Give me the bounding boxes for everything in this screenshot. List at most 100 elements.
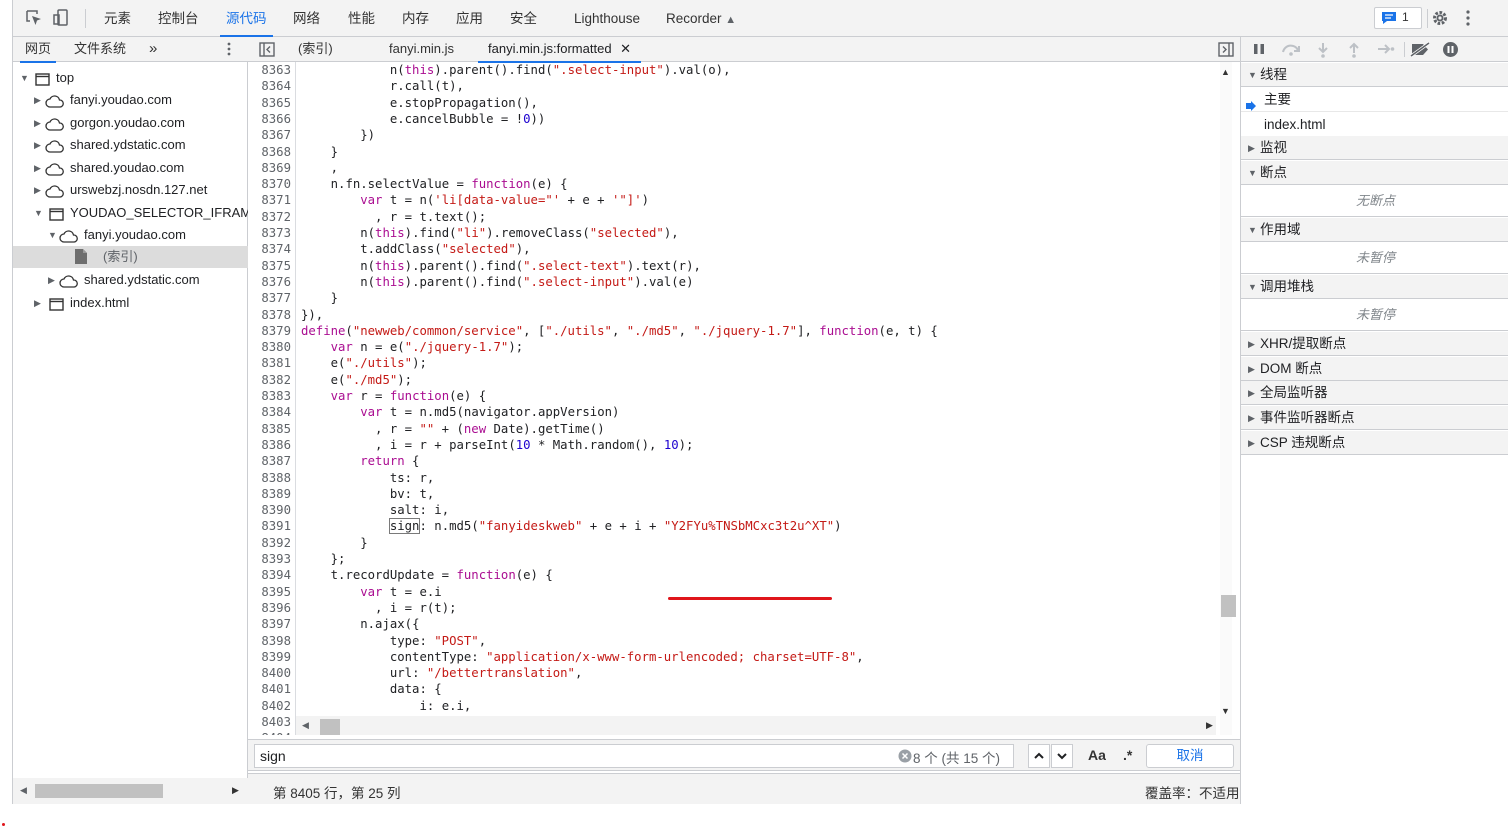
line-number[interactable]: 8368 (248, 144, 291, 160)
step-out-icon[interactable] (1347, 42, 1361, 61)
line-number[interactable]: 8401 (248, 681, 291, 697)
scroll-right-icon[interactable]: ▶ (232, 785, 239, 796)
thread-main[interactable]: 主要 (1241, 87, 1508, 112)
line-number[interactable]: 8363 (248, 62, 291, 78)
tab-performance[interactable]: 性能 (348, 0, 375, 37)
line-number[interactable]: 8375 (248, 258, 291, 274)
scrollbar-thumb[interactable] (35, 784, 163, 798)
line-number[interactable]: 8379 (248, 323, 291, 339)
tree-item-domain[interactable]: ▶ shared.ydstatic.com (13, 134, 248, 156)
section-breakpoints[interactable]: ▼ 断点 (1241, 161, 1508, 185)
tree-item-file-selected[interactable]: (索引) (13, 246, 248, 268)
line-number[interactable]: 8400 (248, 665, 291, 681)
section-watch[interactable]: ▶ 监视 (1241, 136, 1508, 160)
code-view[interactable]: 8363 n(this).parent().find(".select-inpu… (248, 62, 1232, 735)
scroll-left-icon[interactable]: ◀ (20, 785, 27, 796)
line-number[interactable]: 8399 (248, 649, 291, 665)
pause-icon[interactable] (1252, 42, 1266, 59)
expand-arrow-icon[interactable]: ▼ (20, 67, 29, 89)
section-threads[interactable]: ▼ 线程 (1241, 63, 1508, 87)
tree-item-top[interactable]: ▼ top (13, 67, 248, 89)
tab-application[interactable]: 应用 (456, 0, 483, 37)
step-icon[interactable] (1377, 42, 1395, 59)
match-case-button[interactable]: Aa (1088, 747, 1106, 763)
line-number[interactable]: 8387 (248, 453, 291, 469)
collapse-arrow-icon[interactable]: ▶ (34, 157, 41, 179)
deactivate-breakpoints-icon[interactable] (1409, 41, 1431, 60)
navigator-menu-icon[interactable] (227, 37, 231, 62)
line-number[interactable]: 8398 (248, 633, 291, 649)
code-vertical-scrollbar[interactable]: ▲ ▼ (1220, 62, 1232, 735)
thread-index[interactable]: index.html (1241, 112, 1508, 137)
line-number[interactable]: 8386 (248, 437, 291, 453)
inspect-element-icon[interactable] (25, 9, 43, 30)
code-horizontal-scrollbar[interactable]: ◀ ▶ (296, 716, 1216, 735)
navigator-scrollbar[interactable]: ◀ ▶ (13, 778, 248, 804)
regex-button[interactable]: .* (1123, 747, 1132, 763)
line-number[interactable]: 8374 (248, 241, 291, 257)
vertical-scrollbar-thumb[interactable] (1221, 595, 1236, 617)
scroll-down-icon[interactable]: ▼ (1221, 706, 1230, 716)
line-number[interactable]: 8373 (248, 225, 291, 241)
horizontal-scrollbar-thumb[interactable] (320, 719, 340, 735)
line-number[interactable]: 8390 (248, 502, 291, 518)
tab-elements[interactable]: 元素 (104, 0, 131, 37)
collapse-arrow-icon[interactable]: ▶ (34, 112, 41, 134)
tree-item-domain[interactable]: ▶ gorgon.youdao.com (13, 112, 248, 134)
collapse-arrow-icon[interactable]: ▶ (34, 89, 41, 111)
scroll-right-icon[interactable]: ▶ (1206, 720, 1213, 731)
collapse-arrow-icon[interactable]: ▶ (48, 269, 55, 291)
cancel-search-button[interactable]: 取消 (1146, 744, 1234, 768)
expand-arrow-icon[interactable]: ▼ (34, 202, 43, 224)
search-prev-button[interactable] (1028, 744, 1050, 768)
section-dom-breakpoints[interactable]: ▶ DOM 断点 (1241, 357, 1508, 381)
line-number[interactable]: 8370 (248, 176, 291, 192)
tab-network[interactable]: 网络 (293, 0, 320, 37)
tab-sources[interactable]: 源代码 (220, 0, 272, 37)
tab-security[interactable]: 安全 (510, 0, 537, 37)
line-number[interactable]: 8388 (248, 470, 291, 486)
tree-item-domain[interactable]: ▼ fanyi.youdao.com (13, 224, 248, 246)
tree-item-iframe[interactable]: ▼ YOUDAO_SELECTOR_IFRAME ( (13, 202, 268, 224)
line-number[interactable]: 8394 (248, 567, 291, 583)
device-toggle-icon[interactable] (53, 9, 71, 30)
line-number[interactable]: 8365 (248, 95, 291, 111)
issues-button[interactable]: 1 (1374, 7, 1422, 29)
search-next-button[interactable] (1051, 744, 1073, 768)
line-number[interactable]: 8385 (248, 421, 291, 437)
line-number[interactable]: 8380 (248, 339, 291, 355)
line-number[interactable]: 8382 (248, 372, 291, 388)
collapse-arrow-icon[interactable]: ▶ (34, 134, 41, 156)
line-number[interactable]: 8402 (248, 698, 291, 714)
step-into-icon[interactable] (1316, 42, 1330, 61)
editor-tab-index[interactable]: (索引) (298, 37, 333, 62)
line-number[interactable]: 8391 (248, 518, 291, 534)
close-tab-icon[interactable]: ✕ (620, 41, 631, 56)
tab-lighthouse[interactable]: Lighthouse (574, 0, 640, 37)
collapse-arrow-icon[interactable]: ▶ (34, 179, 41, 201)
line-number[interactable]: 8369 (248, 160, 291, 176)
toggle-navigator-icon[interactable] (259, 42, 275, 60)
line-number[interactable]: 8383 (248, 388, 291, 404)
section-scope[interactable]: ▼ 作用域 (1241, 218, 1508, 242)
section-event-listener-breakpoints[interactable]: ▶ 事件监听器断点 (1241, 406, 1508, 430)
line-number[interactable]: 8364 (248, 78, 291, 94)
line-number[interactable]: 8381 (248, 355, 291, 371)
line-number[interactable]: 8393 (248, 551, 291, 567)
toggle-debugger-icon[interactable] (1218, 42, 1234, 60)
tab-page[interactable]: 网页 (19, 37, 57, 63)
tab-memory[interactable]: 内存 (402, 0, 429, 37)
tree-item-domain[interactable]: ▶ urswebzj.nosdn.127.net (13, 179, 248, 201)
expand-arrow-icon[interactable]: ▼ (48, 224, 57, 246)
section-call-stack[interactable]: ▼ 调用堆栈 (1241, 275, 1508, 299)
line-number[interactable]: 8384 (248, 404, 291, 420)
tree-item-domain[interactable]: ▶ shared.ydstatic.com (13, 269, 248, 291)
tree-item-domain[interactable]: ▶ fanyi.youdao.com (13, 89, 248, 111)
line-number[interactable]: 8377 (248, 290, 291, 306)
section-csp-breakpoints[interactable]: ▶ CSP 违规断点 (1241, 431, 1508, 455)
more-tabs-icon[interactable]: » (149, 37, 157, 62)
tab-filesystem[interactable]: 文件系统 (74, 37, 126, 62)
tab-console[interactable]: 控制台 (158, 0, 199, 37)
scroll-up-icon[interactable]: ▲ (1221, 67, 1230, 77)
line-number[interactable]: 8397 (248, 616, 291, 632)
